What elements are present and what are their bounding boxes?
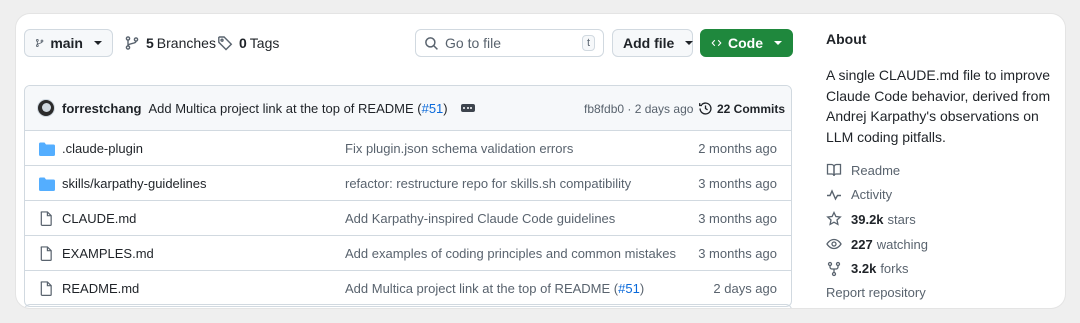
table-row[interactable]: CLAUDE.md Add Karpathy-inspired Claude C… [25,201,791,236]
commit-sha-age[interactable]: fb8fdb0 · 2 days ago [584,86,693,131]
file-age: 2 days ago [713,281,777,296]
file-age: 3 months ago [698,245,777,261]
commit-message-end: ) [443,100,448,116]
code-icon [711,39,722,47]
branch-name: main [50,35,83,51]
file-age: 3 months ago [698,175,777,191]
stars-count: 39.2k [851,211,884,227]
file-name-link[interactable]: skills/karpathy-guidelines [62,176,207,191]
repo-toolbar: main 5 Branches 0 Tags Go to file t Add … [24,29,793,59]
chevron-down-icon [685,41,694,45]
file-commit-message[interactable]: Fix plugin.json schema validation errors [345,141,573,156]
author-avatar[interactable] [37,99,55,117]
repo-description: A single CLAUDE.md file to improve Claud… [826,67,1051,145]
watching-count: 227 [851,236,873,252]
code-label: Code [728,35,763,51]
chevron-down-icon [774,41,782,45]
fork-icon [827,261,841,276]
tag-icon [218,36,233,51]
ellipsis-icon[interactable] [460,104,475,112]
branches-label: Branches [156,35,216,51]
stars-link[interactable]: 39.2k stars [826,207,1056,232]
about-sidebar: About A single CLAUDE.md file to improve… [826,31,1056,305]
branches-link[interactable]: 5 Branches [124,29,216,57]
readme-label: Readme [851,162,901,178]
watching-label: watching [876,236,929,252]
table-row[interactable]: EXAMPLES.md Add examples of coding princ… [25,236,791,271]
commit-pr-link[interactable]: #51 [422,101,444,116]
file-icon [40,281,52,296]
file-icon [40,246,52,261]
table-row[interactable]: README.md Add Multica project link at th… [25,271,791,306]
file-commit-message-end: ) [639,281,645,296]
watching-link[interactable]: 227 watching [826,232,1056,257]
activity-link[interactable]: Activity [826,183,1056,208]
git-branch-icon [35,39,44,47]
readme-link[interactable]: Readme [826,158,1056,183]
search-icon [425,36,438,50]
file-name-link[interactable]: CLAUDE.md [62,211,136,226]
table-row[interactable]: skills/karpathy-guidelines refactor: res… [25,166,791,201]
code-button[interactable]: Code [700,29,793,57]
file-commit-message-text: Add Multica project link at the top of R… [345,281,619,296]
pulse-icon [827,189,841,201]
folder-icon [39,177,55,191]
file-age: 2 months ago [698,140,777,156]
repo-meta-list: Readme Activity 39.2k stars 227 watching… [826,158,1056,305]
branch-select-button[interactable]: main [24,29,113,57]
file-name-link[interactable]: .claude-plugin [62,141,143,156]
report-repository-link[interactable]: Report repository [826,281,1056,305]
forks-count: 3.2k [851,261,877,277]
eye-icon [826,238,842,250]
repo-overview-card: main 5 Branches 0 Tags Go to file t Add … [16,14,1065,308]
folder-icon [39,142,55,156]
file-commit-message[interactable]: Add Multica project link at the top of R… [345,281,644,296]
file-icon [40,211,52,226]
table-row[interactable]: .claude-plugin Fix plugin.json schema va… [25,131,791,166]
forks-link[interactable]: 3.2k forks [826,256,1056,281]
git-branch-icon [125,36,139,50]
file-commit-message[interactable]: Add Karpathy-inspired Claude Code guidel… [345,211,615,226]
book-icon [826,164,842,177]
go-to-file-input[interactable]: Go to file t [415,29,604,57]
file-name-link[interactable]: README.md [62,281,139,296]
add-file-label: Add file [623,35,675,51]
tags-count: 0 [239,35,247,51]
file-pr-link[interactable]: #51 [618,281,640,296]
commit-author[interactable]: forrestchang [62,101,141,116]
commit-message[interactable]: Add Multica project link at the top of R… [148,101,447,116]
commits-count: 22 Commits [717,101,786,116]
readme-box [24,304,792,308]
commit-message-text: Add Multica project link at the top of R… [148,100,422,116]
chevron-down-icon [94,41,102,45]
history-icon [699,102,712,115]
latest-commit-bar: forrestchang Add Multica project link at… [25,86,791,131]
tags-link[interactable]: 0 Tags [217,29,279,57]
about-heading: About [826,31,867,47]
file-table: forrestchang Add Multica project link at… [24,85,792,307]
forks-label: forks [880,261,909,277]
search-placeholder: Go to file [445,35,502,51]
star-icon [826,211,842,227]
tags-label: Tags [249,35,280,51]
branches-count: 5 [146,35,154,51]
activity-label: Activity [851,187,893,203]
repo-main: main 5 Branches 0 Tags Go to file t Add … [24,29,793,307]
commits-link[interactable]: 22 Commits [698,86,785,131]
file-commit-message[interactable]: refactor: restructure repo for skills.sh… [345,176,631,191]
file-commit-message[interactable]: Add examples of coding principles and co… [345,246,676,261]
file-name-link[interactable]: EXAMPLES.md [62,246,154,261]
stars-label: stars [887,211,916,227]
search-shortcut: t [581,35,595,51]
file-age: 3 months ago [698,210,777,226]
add-file-button[interactable]: Add file [612,29,694,57]
